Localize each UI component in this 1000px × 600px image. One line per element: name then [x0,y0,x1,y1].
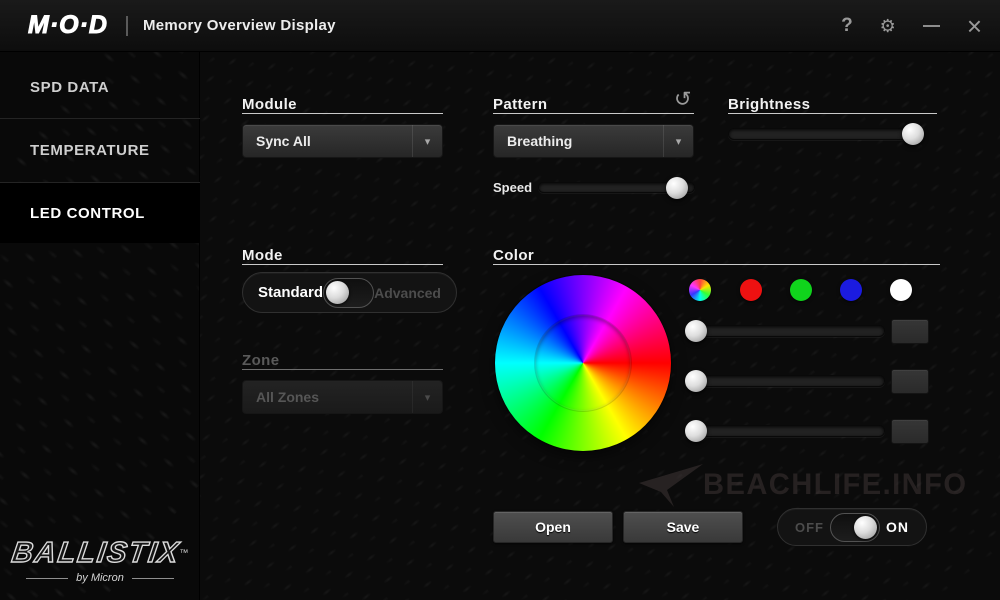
sidebar-item-label: TEMPERATURE [30,142,150,159]
color-slider-3-handle[interactable] [685,420,707,442]
module-label: Module [242,96,297,113]
color-value-box-1[interactable] [891,319,929,344]
color-underline [493,264,940,265]
module-underline [242,113,443,114]
watermark-text: BEACHLIFE.INFO [703,468,967,502]
speed-slider-handle[interactable] [666,177,688,199]
chevron-down-icon: ▾ [663,125,693,157]
swatch-red[interactable] [740,279,762,301]
pattern-dropdown[interactable]: Breathing ▾ [493,124,694,158]
brightness-label: Brightness [728,96,810,113]
help-icon[interactable]: ? [841,15,853,37]
gear-icon[interactable]: ⚙ [880,16,896,37]
brand-trademark: ™ [179,548,188,558]
power-on-label[interactable]: ON [886,519,909,535]
brand-byline: by Micron [76,572,124,584]
close-icon[interactable]: × [967,16,982,36]
swatch-blue[interactable] [840,279,862,301]
watermark-logo-icon [637,461,707,509]
sidebar-item-temperature[interactable]: TEMPERATURE [0,119,200,182]
color-value-box-3[interactable] [891,419,929,444]
ballistix-logo: BALLISTIX™ by Micron [0,537,200,584]
color-slider-3[interactable] [695,425,885,437]
open-button[interactable]: Open [493,511,613,543]
color-label: Color [493,247,534,264]
power-toggle-switch[interactable] [830,513,880,542]
zone-dropdown-value: All Zones [243,381,412,413]
titlebar-separator [126,16,128,36]
color-slider-1-handle[interactable] [685,320,707,342]
swatch-white[interactable] [890,279,912,301]
pattern-label: Pattern [493,96,547,113]
chevron-down-icon: ▾ [412,125,442,157]
mode-label: Mode [242,247,283,264]
swatch-green[interactable] [790,279,812,301]
app-window: M·O·D Memory Overview Display ? ⚙ × SPD … [0,0,1000,600]
mod-logo: M·O·D [28,11,108,40]
color-slider-2[interactable] [695,375,885,387]
swatch-rainbow[interactable] [689,279,711,301]
chevron-down-icon: ▾ [412,381,442,413]
sidebar-item-label: LED CONTROL [30,205,145,222]
mode-underline [242,264,443,265]
power-toggle-group: OFF ON [777,508,927,546]
speed-slider[interactable] [538,182,695,193]
mode-toggle-group: Standard Advanced [242,272,457,313]
brightness-slider[interactable] [728,128,922,140]
brand-line [26,578,68,579]
power-off-label[interactable]: OFF [795,520,824,535]
zone-label: Zone [242,352,279,369]
pattern-dropdown-value: Breathing [494,125,663,157]
brand-name: BALLISTIX [9,537,181,570]
zone-underline [242,369,443,370]
brightness-slider-handle[interactable] [902,123,924,145]
titlebar: M·O·D Memory Overview Display ? ⚙ × [0,0,1000,52]
brightness-underline [728,113,937,114]
zone-dropdown[interactable]: All Zones ▾ [242,380,443,414]
power-toggle-knob[interactable] [854,516,877,539]
sidebar-item-spd-data[interactable]: SPD DATA [0,56,200,118]
color-wheel[interactable] [495,275,671,451]
color-slider-1[interactable] [695,325,885,337]
mode-option-standard[interactable]: Standard [258,284,323,301]
sidebar-item-label: SPD DATA [30,79,109,96]
app-title: Memory Overview Display [143,17,336,34]
mode-option-advanced[interactable]: Advanced [374,285,441,301]
brand-line [132,578,174,579]
save-button[interactable]: Save [623,511,743,543]
color-slider-2-handle[interactable] [685,370,707,392]
reset-history-icon[interactable]: ↺ [674,87,692,112]
module-dropdown-value: Sync All [243,125,412,157]
color-wheel-inner-ring [535,315,631,411]
mode-toggle-switch[interactable] [323,278,374,308]
color-value-box-2[interactable] [891,369,929,394]
sidebar-item-led-control[interactable]: LED CONTROL [0,183,200,243]
speed-label: Speed [493,180,532,195]
pattern-underline [493,113,694,114]
mode-toggle-knob[interactable] [326,281,349,304]
minimize-icon[interactable] [923,25,940,27]
module-dropdown[interactable]: Sync All ▾ [242,124,443,158]
